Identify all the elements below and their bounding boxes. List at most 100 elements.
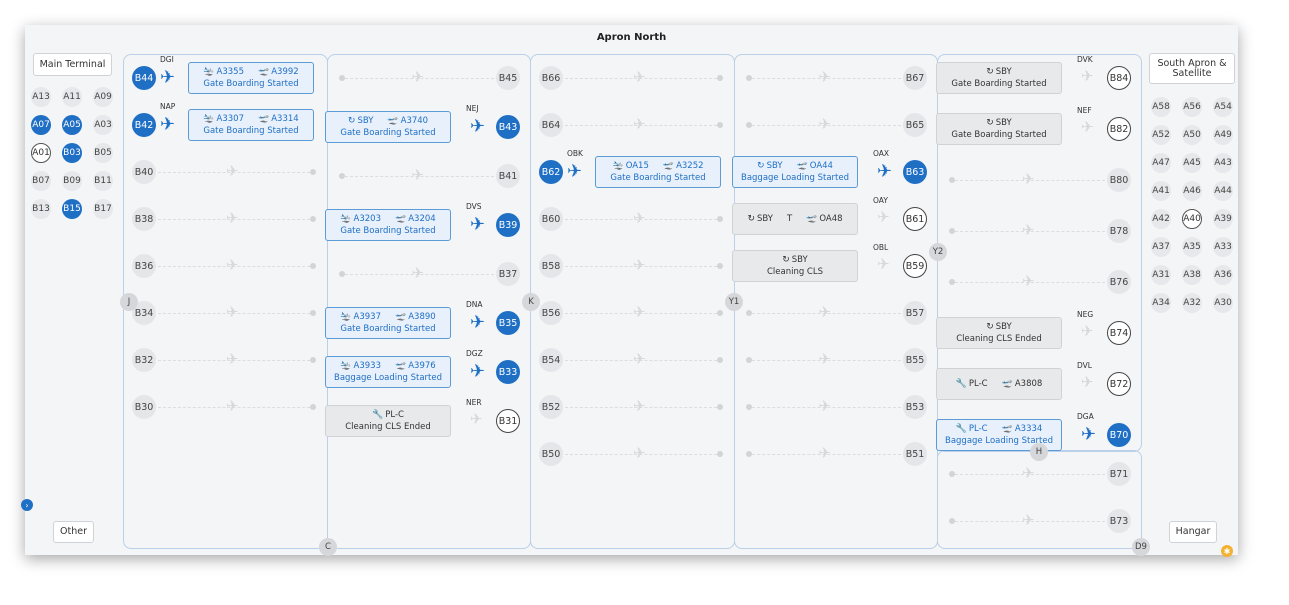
stand-b54[interactable]: B54	[539, 348, 563, 372]
stand-a44[interactable]: A44	[1213, 181, 1233, 201]
stand-b52[interactable]: B52	[539, 395, 563, 419]
stand-b11[interactable]: B11	[93, 171, 113, 191]
stand-a11[interactable]: A11	[62, 87, 82, 107]
stand-a03[interactable]: A03	[93, 115, 113, 135]
stand-b44[interactable]: B44	[132, 66, 156, 90]
stand-a31[interactable]: A31	[1151, 265, 1171, 285]
stand-b51[interactable]: B51	[903, 442, 927, 466]
flight-card[interactable]: 🔧 PL-C 🛫 A3808	[936, 368, 1062, 400]
stand-b39[interactable]: B39	[496, 213, 520, 237]
south-apron-button[interactable]: South Apron & Satellite	[1149, 53, 1235, 84]
stand-a43[interactable]: A43	[1213, 153, 1233, 173]
stand-b05[interactable]: B05	[93, 143, 113, 163]
stand-a35[interactable]: A35	[1182, 237, 1202, 257]
stand-b64[interactable]: B64	[539, 113, 563, 137]
stand-a37[interactable]: A37	[1151, 237, 1171, 257]
stand-b09[interactable]: B09	[62, 171, 82, 191]
stand-b66[interactable]: B66	[539, 66, 563, 90]
flight-card[interactable]: 🛬 A3937 🛫 A3890 Gate Boarding Started	[325, 307, 451, 339]
stand-a49[interactable]: A49	[1213, 125, 1233, 145]
stand-b65[interactable]: B65	[903, 113, 927, 137]
stand-b72[interactable]: B72	[1107, 372, 1131, 396]
stand-b41[interactable]: B41	[496, 164, 520, 188]
stand-a46[interactable]: A46	[1182, 181, 1202, 201]
stand-a41[interactable]: A41	[1151, 181, 1171, 201]
stand-b80[interactable]: B80	[1107, 168, 1131, 192]
stand-a09[interactable]: A09	[93, 87, 113, 107]
stand-b03[interactable]: B03	[62, 143, 82, 163]
stand-b30[interactable]: B30	[132, 395, 156, 419]
stand-b15[interactable]: B15	[62, 199, 82, 219]
stand-a39[interactable]: A39	[1213, 209, 1233, 229]
stand-b71[interactable]: B71	[1107, 462, 1131, 486]
stand-a07[interactable]: A07	[31, 115, 51, 135]
stand-a13[interactable]: A13	[31, 87, 51, 107]
stand-a58[interactable]: A58	[1151, 97, 1171, 117]
flight-card[interactable]: 🛬 A3355 🛫 A3992 Gate Boarding Started	[188, 62, 314, 94]
flight-card[interactable]: 🛬 A3203 🛫 A3204 Gate Boarding Started	[325, 209, 451, 241]
stand-a45[interactable]: A45	[1182, 153, 1202, 173]
stand-b31[interactable]: B31	[496, 409, 520, 433]
stand-a42[interactable]: A42	[1151, 209, 1171, 229]
stand-b57[interactable]: B57	[903, 301, 927, 325]
stand-b60[interactable]: B60	[539, 207, 563, 231]
stand-b84[interactable]: B84	[1107, 66, 1131, 90]
stand-b42[interactable]: B42	[132, 113, 156, 137]
stand-b63[interactable]: B63	[903, 160, 927, 184]
stand-b13[interactable]: B13	[31, 199, 51, 219]
stand-a34[interactable]: A34	[1151, 293, 1171, 313]
stand-b35[interactable]: B35	[496, 311, 520, 335]
stand-a30[interactable]: A30	[1213, 293, 1233, 313]
stand-b45[interactable]: B45	[496, 66, 520, 90]
stand-b78[interactable]: B78	[1107, 219, 1131, 243]
stand-b82[interactable]: B82	[1107, 117, 1131, 141]
stand-b74[interactable]: B74	[1107, 321, 1131, 345]
flight-card[interactable]: ↻ SBY T 🛫 OA48	[732, 203, 858, 235]
stand-a05[interactable]: A05	[62, 115, 82, 135]
stand-b32[interactable]: B32	[132, 348, 156, 372]
stand-a32[interactable]: A32	[1182, 293, 1202, 313]
stand-b56[interactable]: B56	[539, 301, 563, 325]
stand-a38[interactable]: A38	[1182, 265, 1202, 285]
stand-b55[interactable]: B55	[903, 348, 927, 372]
stand-b38[interactable]: B38	[132, 207, 156, 231]
stand-b73[interactable]: B73	[1107, 509, 1131, 533]
stand-b33[interactable]: B33	[496, 360, 520, 384]
stand-a52[interactable]: A52	[1151, 125, 1171, 145]
stand-b76[interactable]: B76	[1107, 270, 1131, 294]
expand-panel-icon[interactable]: ›	[21, 499, 33, 511]
stand-b37[interactable]: B37	[496, 262, 520, 286]
stand-b53[interactable]: B53	[903, 395, 927, 419]
stand-a50[interactable]: A50	[1182, 125, 1202, 145]
stand-b62[interactable]: B62	[539, 160, 563, 184]
stand-a40[interactable]: A40	[1182, 209, 1202, 229]
stand-b17[interactable]: B17	[93, 199, 113, 219]
flight-card[interactable]: ↻ SBY Cleaning CLS	[732, 250, 858, 282]
flight-card[interactable]: 🛬 OA15 🛫 A3252 Gate Boarding Started	[595, 156, 721, 188]
flight-card[interactable]: ↻ SBY Cleaning CLS Ended	[936, 317, 1062, 349]
flight-card[interactable]: ↻ SBY Gate Boarding Started	[936, 62, 1062, 94]
stand-b07[interactable]: B07	[31, 171, 51, 191]
flight-card[interactable]: ↻ SBY 🛫 OA44 Baggage Loading Started	[732, 156, 858, 188]
stand-b61[interactable]: B61	[903, 207, 927, 231]
stand-b58[interactable]: B58	[539, 254, 563, 278]
stand-b36[interactable]: B36	[132, 254, 156, 278]
stand-b50[interactable]: B50	[539, 442, 563, 466]
stand-a54[interactable]: A54	[1213, 97, 1233, 117]
stand-b70[interactable]: B70	[1107, 423, 1131, 447]
stand-b59[interactable]: B59	[903, 254, 927, 278]
flight-card[interactable]: ↻ SBY 🛫 A3740 Gate Boarding Started	[325, 111, 451, 143]
other-button[interactable]: Other	[53, 521, 94, 543]
stand-b40[interactable]: B40	[132, 160, 156, 184]
flight-card[interactable]: 🛬 A3933 🛫 A3976 Baggage Loading Started	[325, 356, 451, 388]
hangar-button[interactable]: Hangar	[1169, 521, 1217, 543]
flight-card[interactable]: 🔧 PL-C Cleaning CLS Ended	[325, 405, 451, 437]
main-terminal-button[interactable]: Main Terminal	[33, 53, 112, 76]
stand-a47[interactable]: A47	[1151, 153, 1171, 173]
notification-icon[interactable]: ✱	[1221, 545, 1233, 557]
stand-a33[interactable]: A33	[1213, 237, 1233, 257]
stand-a56[interactable]: A56	[1182, 97, 1202, 117]
stand-a01[interactable]: A01	[31, 143, 51, 163]
flight-card[interactable]: ↻ SBY Gate Boarding Started	[936, 113, 1062, 145]
stand-a36[interactable]: A36	[1213, 265, 1233, 285]
